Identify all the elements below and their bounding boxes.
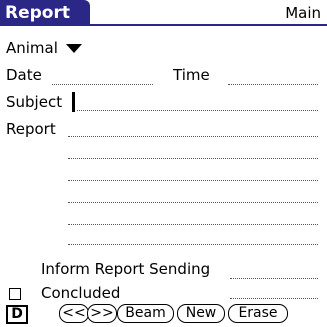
form-title: Report xyxy=(5,3,70,23)
d-button[interactable]: D xyxy=(6,305,28,324)
report-line xyxy=(68,224,318,225)
report-line xyxy=(68,158,318,159)
report-line xyxy=(68,180,318,181)
report-label: Report xyxy=(6,120,56,138)
prev-button[interactable]: << xyxy=(59,304,89,323)
beam-button[interactable]: Beam xyxy=(117,304,174,323)
subject-field[interactable] xyxy=(77,110,318,111)
category-label[interactable]: Main xyxy=(285,4,321,22)
new-button[interactable]: New xyxy=(177,304,225,323)
concluded-checkbox[interactable] xyxy=(9,288,21,300)
report-line xyxy=(68,202,318,203)
time-label: Time xyxy=(173,66,210,84)
report-line xyxy=(68,136,318,137)
subject-label: Subject xyxy=(6,93,63,111)
report-line xyxy=(68,244,318,245)
inform-label: Inform Report Sending xyxy=(41,260,211,278)
date-field[interactable] xyxy=(52,84,153,85)
concluded-field[interactable] xyxy=(230,298,318,299)
text-cursor xyxy=(72,92,75,112)
title-tab[interactable]: Report xyxy=(0,0,90,26)
date-label: Date xyxy=(6,66,42,84)
inform-field[interactable] xyxy=(230,278,318,279)
title-divider xyxy=(0,24,327,26)
dropdown-arrow-icon[interactable] xyxy=(66,44,82,53)
animal-label: Animal xyxy=(6,39,58,57)
time-field[interactable] xyxy=(228,84,318,85)
erase-button[interactable]: Erase xyxy=(228,304,288,323)
report-field[interactable] xyxy=(68,119,318,245)
next-button[interactable]: >> xyxy=(87,304,117,323)
concluded-label: Concluded xyxy=(41,284,121,302)
